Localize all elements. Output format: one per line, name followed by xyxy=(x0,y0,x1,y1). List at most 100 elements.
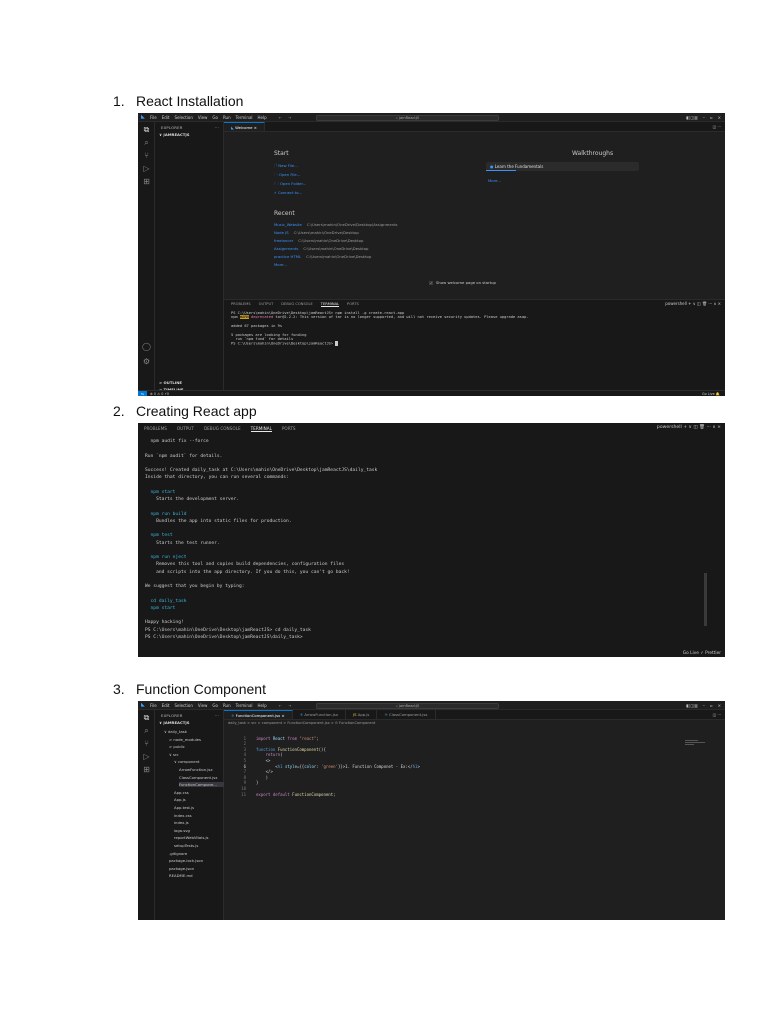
back-arrow-icon[interactable]: ← xyxy=(279,115,282,120)
menu-file[interactable]: File xyxy=(150,115,157,120)
file-tree-item[interactable]: reportWebVitals.js xyxy=(174,835,209,840)
recent-item[interactable]: practice HTML C:\Users\mahin\OneDrive\Des… xyxy=(274,254,371,259)
menu-run[interactable]: Run xyxy=(223,115,231,120)
file-tree-item[interactable]: .gitignore xyxy=(169,851,187,856)
account-icon[interactable]: ◯ xyxy=(142,342,151,351)
terminal-scrollbar[interactable] xyxy=(704,573,707,626)
minimap[interactable] xyxy=(685,740,707,750)
code-editor[interactable]: daily_task > src > component > FunctionC… xyxy=(224,720,725,920)
file-tree-item[interactable]: App.test.js xyxy=(174,805,194,810)
show-welcome-checkbox[interactable]: ✓ Show welcome page on startup xyxy=(429,280,496,285)
close-icon[interactable]: × xyxy=(718,703,721,708)
forward-arrow-icon[interactable]: → xyxy=(288,115,291,120)
terminal-actions[interactable]: powershell + ∨ ◫ 🗑 ··· ∧ × xyxy=(657,425,721,430)
source-control-icon[interactable]: ⑂ xyxy=(142,739,151,748)
tab-welcome[interactable]: ◣ Welcome × xyxy=(224,122,265,131)
new-file-link[interactable]: 🗋 New File... xyxy=(274,163,298,170)
connect-to-link[interactable]: ⚡ Connect to... xyxy=(274,190,302,195)
root-folder[interactable]: ∨ JAMREACTJS xyxy=(155,718,223,725)
split-editor-icon[interactable]: ◫ ··· xyxy=(713,122,721,132)
file-tree-item[interactable]: > node_modules xyxy=(169,737,201,742)
search-icon[interactable]: ⌕ xyxy=(142,726,151,735)
explorer-more-icon[interactable]: ··· xyxy=(215,125,219,130)
tab-function-component[interactable]: ⚛ FunctionComponent.jsx × xyxy=(224,710,293,719)
terminal-prompt[interactable]: PS C:\Users\mahin\OneDrive\Desktop\jamRe… xyxy=(145,635,303,641)
problems-status[interactable]: ⊗ 0 ⚠ 0 ⚡0 xyxy=(150,392,169,396)
file-tree-item[interactable]: package.json xyxy=(169,866,194,871)
minimize-icon[interactable]: – xyxy=(703,115,705,120)
split-editor-icon[interactable]: ◫ ··· xyxy=(713,710,721,720)
minimize-icon[interactable]: – xyxy=(703,703,705,708)
layout-icons[interactable]: ▮▯◫▥ xyxy=(686,703,698,708)
open-folder-link[interactable]: 🗁 Open Folder... xyxy=(274,181,306,188)
forward-arrow-icon[interactable]: → xyxy=(288,703,291,708)
files-icon[interactable]: ⧉ xyxy=(142,713,151,722)
remote-indicator-icon[interactable]: ⇋ xyxy=(138,390,147,396)
file-tree-item[interactable]: > public xyxy=(169,744,185,749)
menu-edit[interactable]: Edit xyxy=(162,115,170,120)
maximize-icon[interactable]: ▫ xyxy=(710,115,713,120)
extensions-icon[interactable]: ⊞ xyxy=(142,765,151,774)
close-icon[interactable]: × xyxy=(718,115,721,120)
file-tree-item[interactable]: ∨ daily_task xyxy=(164,729,187,734)
open-file-link[interactable]: 🗀 Open File... xyxy=(274,172,300,179)
walkthrough-learn-fundamentals[interactable]: ● Learn the Fundamentals xyxy=(486,162,639,171)
tab-problems[interactable]: PROBLEMS xyxy=(231,302,251,307)
file-tree-item[interactable]: setupTests.js xyxy=(174,843,198,848)
manage-gear-icon[interactable]: ⚙ xyxy=(142,357,151,366)
tab-ports[interactable]: PORTS xyxy=(347,302,359,307)
tab-problems[interactable]: PROBLEMS xyxy=(144,426,167,432)
tab-app-js[interactable]: JS App.js xyxy=(346,710,378,719)
run-debug-icon[interactable]: ▷ xyxy=(142,752,151,761)
menu-selection[interactable]: Selection xyxy=(174,115,192,120)
walkthrough-more-link[interactable]: More... xyxy=(488,178,501,183)
menu-view[interactable]: View xyxy=(198,703,208,708)
command-center-search[interactable]: ⌕ jamReactJS xyxy=(316,114,499,121)
run-debug-icon[interactable]: ▷ xyxy=(142,164,151,173)
menu-help[interactable]: Help xyxy=(258,703,267,708)
tab-terminal[interactable]: TERMINAL xyxy=(320,302,340,307)
menu-help[interactable]: Help xyxy=(258,115,267,120)
search-icon[interactable]: ⌕ xyxy=(142,138,151,147)
tab-close-icon[interactable]: × xyxy=(254,125,257,130)
file-tree-item[interactable]: ClassComponent.jsx xyxy=(179,775,218,780)
file-tree-item[interactable]: App.css xyxy=(174,790,189,795)
menu-edit[interactable]: Edit xyxy=(162,703,170,708)
tab-debug-console[interactable]: DEBUG CONSOLE xyxy=(204,426,241,432)
file-tree-item[interactable]: logo.svg xyxy=(174,828,190,833)
menu-file[interactable]: File xyxy=(150,703,157,708)
menu-selection[interactable]: Selection xyxy=(174,703,192,708)
go-live-status[interactable]: Go Live 🔔 xyxy=(702,392,720,396)
menu-run[interactable]: Run xyxy=(223,703,231,708)
recent-item[interactable]: freelancer C:\Users\mahin\OneDrive\Deskto… xyxy=(274,238,363,243)
menu-go[interactable]: Go xyxy=(212,703,218,708)
tab-arrow-function[interactable]: ⚛ ArrowFunction.jsx xyxy=(293,710,346,719)
menu-view[interactable]: View xyxy=(198,115,208,120)
tab-debug-console[interactable]: DEBUG CONSOLE xyxy=(281,302,312,307)
tab-class-component[interactable]: ⚛ ClassComponent.jsx xyxy=(377,710,436,719)
recent-more-link[interactable]: More... xyxy=(274,262,287,267)
file-tree-item[interactable]: ∨ component xyxy=(174,759,199,764)
source-control-icon[interactable]: ⑂ xyxy=(142,151,151,160)
file-tree-item[interactable]: index.css xyxy=(174,813,192,818)
outline-section[interactable]: > OUTLINE xyxy=(159,380,182,385)
recent-item[interactable]: Music_Website C:\Users\mahin\OneDrive\Des… xyxy=(274,222,398,227)
tab-output[interactable]: OUTPUT xyxy=(259,302,274,307)
maximize-icon[interactable]: ▫ xyxy=(710,703,713,708)
root-folder[interactable]: ∨ JAMREACTJS xyxy=(155,130,223,137)
recent-item[interactable]: Node JS C:\Users\mahin\OneDrive\Desktop xyxy=(274,230,359,235)
terminal-actions[interactable]: powershell + ∨ ◫ 🗑 ··· ∧ × xyxy=(665,301,721,306)
tab-terminal[interactable]: TERMINAL xyxy=(250,426,272,432)
recent-item[interactable]: Assignments C:\Users\mahin\OneDrive\Deskt… xyxy=(274,246,368,251)
file-tree-item[interactable]: ArrowFunction.jsx xyxy=(179,767,213,772)
terminal-prompt[interactable]: PS C:\Users\mahin\OneDrive\Desktop\jamRe… xyxy=(231,341,339,347)
file-tree-item[interactable]: README.md xyxy=(169,873,193,878)
breadcrumb[interactable]: daily_task > src > component > FunctionC… xyxy=(228,721,375,725)
explorer-more-icon[interactable]: ··· xyxy=(215,713,219,718)
tab-output[interactable]: OUTPUT xyxy=(177,426,194,432)
file-tree-item[interactable]: ∨ src xyxy=(169,752,179,757)
command-center-search[interactable]: ⌕ jamReactJS xyxy=(316,702,499,709)
file-tree-item[interactable]: index.js xyxy=(174,820,189,825)
file-tree-item[interactable]: package-lock.json xyxy=(169,858,203,863)
file-tree-item[interactable]: App.js xyxy=(174,797,186,802)
